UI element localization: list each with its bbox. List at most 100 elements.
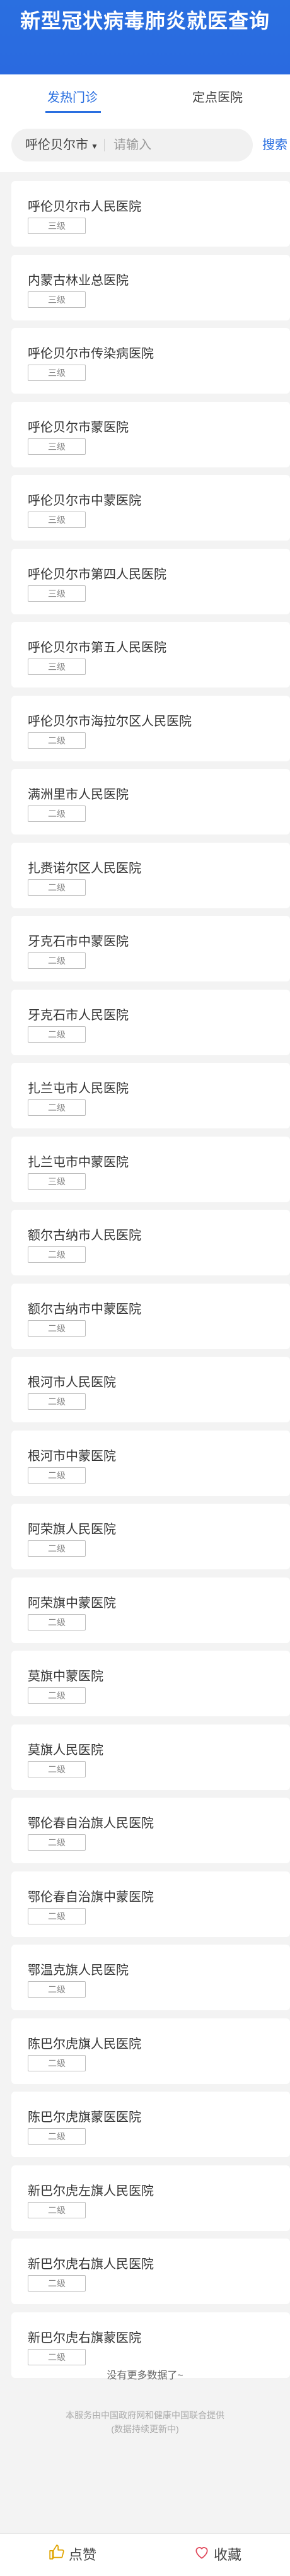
hospital-name: 牙克石市中蒙医院 bbox=[28, 935, 129, 949]
hospital-level-badge: 三级 bbox=[28, 659, 86, 675]
hospital-level-badge: 二级 bbox=[28, 732, 86, 749]
hospital-name: 鄂伦春自治旗中蒙医院 bbox=[28, 1890, 154, 1904]
hospital-card[interactable]: 扎兰屯市人民医院 二级 bbox=[11, 1063, 290, 1128]
hospital-name: 呼伦贝尔市第四人民医院 bbox=[28, 567, 166, 582]
thumbs-up-icon bbox=[49, 2534, 65, 2576]
hospital-level-badge: 二级 bbox=[28, 2128, 86, 2145]
hospital-name: 鄂温克旗人民医院 bbox=[28, 1964, 129, 1977]
hospital-name: 呼伦贝尔市海拉尔区人民医院 bbox=[28, 714, 192, 729]
hospital-card[interactable]: 陈巴尔虎旗蒙医医院二级 bbox=[11, 2092, 290, 2157]
hospital-name: 呼伦贝尔市蒙医院 bbox=[28, 420, 129, 435]
search-input[interactable] bbox=[113, 135, 240, 155]
hospital-name: 陈巴尔虎旗人民医院 bbox=[28, 2037, 141, 2051]
hospital-card[interactable]: 新巴尔虎左旗人民医院 二级 bbox=[11, 2165, 290, 2231]
hospital-level-badge: 二级 bbox=[28, 2275, 86, 2292]
hospital-card[interactable]: 牙克石市人民医院 二级 bbox=[11, 989, 290, 1055]
like-button[interactable]: 点赞 bbox=[0, 2534, 145, 2576]
hospital-card[interactable]: 扎赉诺尔区人民医院 二级 bbox=[11, 842, 290, 908]
hospital-level-badge: 二级 bbox=[28, 1613, 86, 1630]
hospital-name: 额尔古纳市人民医院 bbox=[28, 1229, 141, 1243]
hospital-card[interactable]: 鄂伦春自治旗中蒙医院 二级 bbox=[11, 1871, 290, 1937]
city-dropdown[interactable]: 呼伦贝尔市 ▼ bbox=[25, 129, 98, 161]
hospital-name: 扎兰屯市人民医院 bbox=[28, 1082, 129, 1096]
hospital-card[interactable]: 呼伦贝尔市海拉尔区人民医院 二级 bbox=[11, 695, 290, 761]
tab-bar: 发热门诊 定点医院 bbox=[0, 82, 290, 114]
hospital-card[interactable]: 鄂温克旗人民医院 二级 bbox=[11, 1945, 290, 2010]
hospital-level-badge: 三级 bbox=[28, 585, 86, 602]
hospital-name: 新巴尔虎右旗人民医院 bbox=[28, 2257, 154, 2271]
hospital-name: 根河市人民医院 bbox=[28, 1376, 116, 1390]
bottom-action-bar: 点赞 收藏 bbox=[0, 2533, 290, 2576]
hospital-card[interactable]: 根河市中蒙医院 二级 bbox=[11, 1430, 290, 1496]
divider bbox=[104, 139, 105, 151]
hospital-card[interactable]: 鄂伦春自治旗人民医院 二级 bbox=[11, 1798, 290, 1863]
hospital-name: 呼伦贝尔市传染病医院 bbox=[28, 347, 154, 361]
hospital-level-badge: 二级 bbox=[28, 952, 86, 969]
hospital-level-badge: 三级 bbox=[28, 512, 86, 528]
hospital-card[interactable]: 呼伦贝尔市蒙医院 三级 bbox=[11, 401, 290, 467]
city-dropdown-label: 呼伦贝尔市 bbox=[25, 138, 88, 152]
hospital-card[interactable]: 呼伦贝尔市中蒙医院 三级 bbox=[11, 475, 290, 541]
hospital-level-badge: 二级 bbox=[28, 1467, 86, 1484]
hospital-card[interactable]: 莫旗人民医院 二级 bbox=[11, 1724, 290, 1790]
like-label: 点赞 bbox=[68, 2547, 96, 2563]
hospital-name: 新巴尔虎左旗人民医院 bbox=[28, 2184, 154, 2198]
hospital-level-badge: 二级 bbox=[28, 2201, 86, 2218]
hospital-name: 鄂伦春自治旗人民医院 bbox=[28, 1817, 154, 1830]
hospital-card[interactable]: 呼伦贝尔市传染病医院 三级 bbox=[11, 328, 290, 394]
hospital-card[interactable]: 阿荣旗人民医院 二级 bbox=[11, 1504, 290, 1569]
hospital-level-badge: 二级 bbox=[28, 1393, 86, 1410]
hospital-name: 阿荣旗人民医院 bbox=[28, 1523, 116, 1537]
tab-designated-hospital[interactable]: 定点医院 bbox=[145, 82, 290, 114]
hospital-name: 莫旗中蒙医院 bbox=[28, 1670, 103, 1683]
favorite-button[interactable]: 收藏 bbox=[145, 2534, 290, 2576]
hospital-card[interactable]: 陈巴尔虎旗人民医院 二级 bbox=[11, 2018, 290, 2084]
search-box: 呼伦贝尔市 ▼ bbox=[11, 129, 253, 161]
hospital-name: 呼伦贝尔市中蒙医院 bbox=[28, 494, 141, 508]
caret-down-icon: ▼ bbox=[91, 142, 98, 151]
heart-icon bbox=[194, 2534, 210, 2576]
hospital-name: 新巴尔虎右旗蒙医院 bbox=[28, 2331, 141, 2345]
hospital-level-badge: 二级 bbox=[28, 1687, 86, 1704]
hospital-card[interactable]: 内蒙古林业总医院 三级 bbox=[11, 254, 290, 320]
hospital-card[interactable]: 阿荣旗中蒙医院 二级 bbox=[11, 1577, 290, 1643]
hospital-level-badge: 二级 bbox=[28, 2348, 86, 2365]
hospital-card[interactable]: 额尔古纳市人民医院 二级 bbox=[11, 1210, 290, 1275]
hospital-level-badge: 二级 bbox=[28, 1760, 86, 1777]
hospital-card[interactable]: 莫旗中蒙医院 二级 bbox=[11, 1651, 290, 1716]
hospital-level-badge: 二级 bbox=[28, 1320, 86, 1337]
hospital-level-badge: 二级 bbox=[28, 1540, 86, 1557]
hospital-level-badge: 二级 bbox=[28, 1026, 86, 1043]
hospital-name: 呼伦贝尔市第五人民医院 bbox=[28, 641, 166, 655]
hospital-card[interactable]: 呼伦贝尔市人民医院 三级 bbox=[11, 181, 290, 247]
hospital-card[interactable]: 新巴尔虎右旗人民医院 二级 bbox=[11, 2239, 290, 2304]
hospital-name: 额尔古纳市中蒙医院 bbox=[28, 1302, 141, 1316]
hospital-name: 内蒙古林业总医院 bbox=[28, 273, 129, 288]
search-button[interactable]: 搜索 bbox=[262, 129, 287, 161]
hospital-level-badge: 三级 bbox=[28, 1173, 86, 1190]
no-more-text: 没有更多数据了~ bbox=[107, 2370, 183, 2381]
hospital-level-badge: 二级 bbox=[28, 1099, 86, 1116]
page-title: 新型冠状病毒肺炎就医查询 bbox=[20, 9, 270, 32]
hospital-level-badge: 三级 bbox=[28, 218, 86, 234]
hospital-card[interactable]: 扎兰屯市中蒙医院 三级 bbox=[11, 1136, 290, 1202]
hospital-card[interactable]: 呼伦贝尔市第四人民医院 三级 bbox=[11, 548, 290, 614]
hospital-card[interactable]: 根河市人民医院 二级 bbox=[11, 1357, 290, 1422]
hospital-level-badge: 三级 bbox=[28, 365, 86, 381]
hospital-card[interactable]: 满洲里市人民医院 二级 bbox=[11, 769, 290, 834]
hospital-level-badge: 二级 bbox=[28, 2054, 86, 2071]
app-header: 新型冠状病毒肺炎就医查询 bbox=[0, 0, 290, 74]
footer-note-line: (数据持续更新中) bbox=[111, 2424, 179, 2434]
hospital-level-badge: 二级 bbox=[28, 805, 86, 822]
hospital-card[interactable]: 呼伦贝尔市第五人民医院 三级 bbox=[11, 622, 290, 688]
hospital-name: 莫旗人民医院 bbox=[28, 1743, 103, 1757]
hospital-card[interactable]: 牙克石市中蒙医院 二级 bbox=[11, 916, 290, 981]
tab-fever-clinic[interactable]: 发热门诊 bbox=[0, 82, 145, 114]
hospital-name: 呼伦贝尔市人民医院 bbox=[28, 200, 141, 214]
hospital-name: 扎兰屯市中蒙医院 bbox=[28, 1155, 129, 1169]
hospital-name: 根河市中蒙医院 bbox=[28, 1449, 116, 1463]
active-tab-indicator bbox=[45, 111, 101, 113]
hospital-card[interactable]: 额尔古纳市中蒙医院 二级 bbox=[11, 1283, 290, 1349]
hospital-name: 陈巴尔虎旗蒙医医院 bbox=[28, 2111, 141, 2124]
hospital-name: 扎赉诺尔区人民医院 bbox=[28, 861, 141, 875]
